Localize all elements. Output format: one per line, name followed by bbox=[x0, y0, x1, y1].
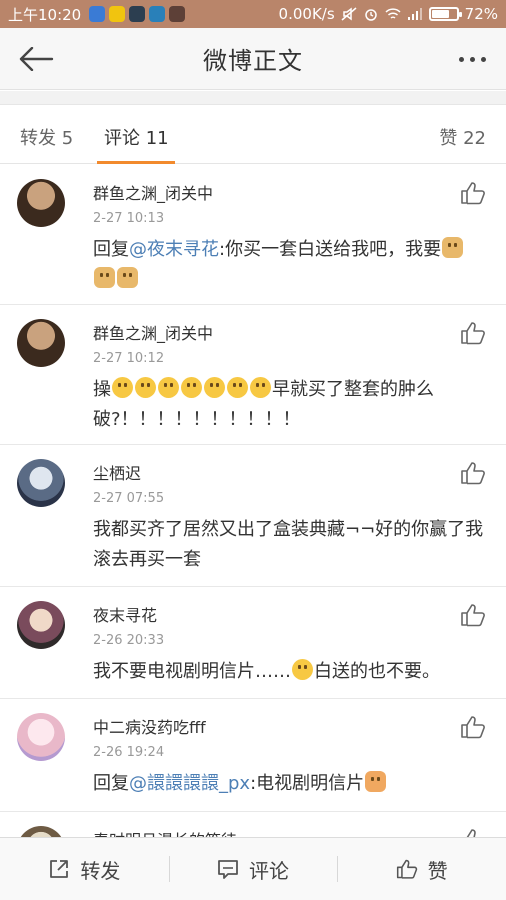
comment-time: 2-27 07:55 bbox=[93, 491, 165, 506]
share-icon bbox=[50, 860, 69, 878]
back-arrow-icon bbox=[19, 47, 54, 71]
like-label: 赞 bbox=[427, 858, 448, 883]
comment-time: 2-27 10:12 bbox=[93, 351, 165, 366]
comment-text: 回复@譞譞譞譞_px:电视剧明信片 bbox=[93, 769, 485, 799]
signal-icon bbox=[407, 8, 422, 20]
comment-time: 2-26 19:24 bbox=[93, 745, 165, 760]
comment-body: 白送的也不要。 bbox=[314, 661, 440, 682]
battery-icon bbox=[428, 7, 462, 21]
app-notification-icon bbox=[129, 6, 146, 22]
thumbs-up-icon[interactable] bbox=[460, 181, 486, 205]
section-divider bbox=[0, 91, 506, 105]
thumbs-up-icon[interactable] bbox=[460, 461, 486, 485]
status-time: 上午10:20 bbox=[8, 5, 82, 24]
comment-item: 群鱼之渊_闭关中 2-27 10:12 操早就买了整套的肿么破?！！！！！！！！… bbox=[0, 305, 506, 445]
thinking-emoji-icon bbox=[181, 377, 202, 398]
avatar[interactable] bbox=[17, 459, 65, 507]
battery-percent: 72% bbox=[464, 5, 498, 23]
thinking-emoji-icon bbox=[227, 377, 248, 398]
thinking-emoji-icon bbox=[292, 659, 313, 680]
reply-prefix: 回复 bbox=[93, 773, 129, 794]
comment-body: 我不要电视剧明信片…… bbox=[93, 661, 291, 682]
tab-comment[interactable]: 评论 11 bbox=[104, 124, 169, 150]
comment-text: 我都买齐了居然又出了盒装典藏¬¬好的你赢了我滚去再买一套 bbox=[93, 519, 484, 570]
comment-body: :你买一套白送给我吧，我要 bbox=[219, 239, 442, 260]
doge-emoji-icon bbox=[117, 267, 138, 288]
comment-username[interactable]: 中二病没药吃fff bbox=[93, 714, 206, 738]
more-dot-icon bbox=[459, 56, 464, 62]
back-button[interactable] bbox=[18, 42, 58, 76]
repost-button[interactable]: 转发 bbox=[0, 838, 169, 900]
comment-list: 群鱼之渊_闭关中 2-27 10:13 回复@夜末寻花:你买一套白送给我吧，我要… bbox=[0, 165, 506, 874]
comment-body: :电视剧明信片 bbox=[250, 773, 365, 794]
avatar[interactable] bbox=[17, 601, 65, 649]
app-notification-icon bbox=[149, 6, 166, 22]
comment-item: 尘栖迟 2-27 07:55 我都买齐了居然又出了盒装典藏¬¬好的你赢了我滚去再… bbox=[0, 445, 506, 587]
thumbs-up-icon[interactable] bbox=[460, 715, 486, 739]
active-tab-indicator bbox=[97, 161, 175, 164]
cat-emoji-icon bbox=[365, 771, 387, 792]
mute-icon bbox=[341, 7, 357, 21]
thumbs-up-icon[interactable] bbox=[460, 321, 486, 345]
app-notification-icon bbox=[169, 6, 186, 22]
comment-prefix: 操 bbox=[93, 379, 111, 400]
avatar[interactable] bbox=[17, 319, 65, 367]
tab-bar: 转发 5 评论 11 赞 22 bbox=[0, 106, 506, 164]
title-bar: 微博正文 bbox=[0, 28, 506, 90]
comment-item: 中二病没药吃fff 2-26 19:24 回复@譞譞譞譞_px:电视剧明信片 bbox=[0, 699, 506, 812]
alarm-icon bbox=[364, 9, 377, 21]
thinking-emoji-icon bbox=[135, 377, 156, 398]
wifi-icon bbox=[385, 8, 401, 19]
reply-prefix: 回复 bbox=[93, 239, 129, 260]
thumbs-up-icon[interactable] bbox=[460, 603, 486, 627]
tab-repost[interactable]: 转发 5 bbox=[20, 124, 73, 150]
status-bar: 上午10:20 0.00K/s 72% bbox=[0, 0, 506, 28]
comment-label: 评论 bbox=[249, 858, 289, 883]
repost-label: 转发 bbox=[80, 858, 121, 883]
comment-username[interactable]: 群鱼之渊_闭关中 bbox=[93, 320, 213, 344]
thinking-emoji-icon bbox=[204, 377, 225, 398]
tab-like[interactable]: 赞 22 bbox=[439, 124, 486, 150]
comment-username[interactable]: 群鱼之渊_闭关中 bbox=[93, 180, 213, 204]
app-notification-icon bbox=[109, 6, 126, 22]
notification-icons bbox=[89, 6, 186, 22]
comment-button[interactable]: 评论 bbox=[168, 838, 338, 900]
bottom-action-bar: 转发 评论 赞 bbox=[0, 837, 506, 900]
avatar[interactable] bbox=[17, 713, 65, 761]
comment-username[interactable]: 夜末寻花 bbox=[93, 602, 157, 626]
doge-emoji-icon bbox=[94, 267, 115, 288]
comment-text: 操早就买了整套的肿么破?！！！！！！！！！！ bbox=[93, 375, 485, 435]
comment-text: 回复@夜末寻花:你买一套白送给我吧，我要 bbox=[93, 235, 485, 295]
comment-time: 2-26 20:33 bbox=[93, 633, 165, 648]
thumbs-up-icon bbox=[396, 859, 417, 879]
mention-link[interactable]: @夜末寻花 bbox=[129, 239, 219, 260]
comment-item: 夜末寻花 2-26 20:33 我不要电视剧明信片…… 白送的也不要。 bbox=[0, 587, 506, 699]
more-dot-icon bbox=[481, 56, 486, 62]
comment-username[interactable]: 尘栖迟 bbox=[93, 460, 141, 484]
app-notification-icon bbox=[89, 6, 106, 22]
like-button[interactable]: 赞 bbox=[337, 838, 506, 900]
comment-icon bbox=[218, 860, 238, 879]
network-speed: 0.00K/s bbox=[278, 5, 335, 23]
comment-item: 群鱼之渊_闭关中 2-27 10:13 回复@夜末寻花:你买一套白送给我吧，我要 bbox=[0, 165, 506, 305]
thinking-emoji-icon bbox=[112, 377, 133, 398]
comment-time: 2-27 10:13 bbox=[93, 211, 165, 226]
thinking-emoji-icon bbox=[250, 377, 271, 398]
doge-emoji-icon bbox=[442, 237, 464, 258]
thinking-emoji-icon bbox=[158, 377, 179, 398]
page-title: 微博正文 bbox=[203, 47, 303, 75]
more-dot-icon bbox=[470, 56, 475, 62]
avatar[interactable] bbox=[17, 179, 65, 227]
comment-text: 我不要电视剧明信片…… 白送的也不要。 bbox=[93, 657, 485, 687]
more-options-button[interactable] bbox=[446, 42, 486, 76]
mention-link[interactable]: @譞譞譞譞_px bbox=[129, 773, 250, 794]
